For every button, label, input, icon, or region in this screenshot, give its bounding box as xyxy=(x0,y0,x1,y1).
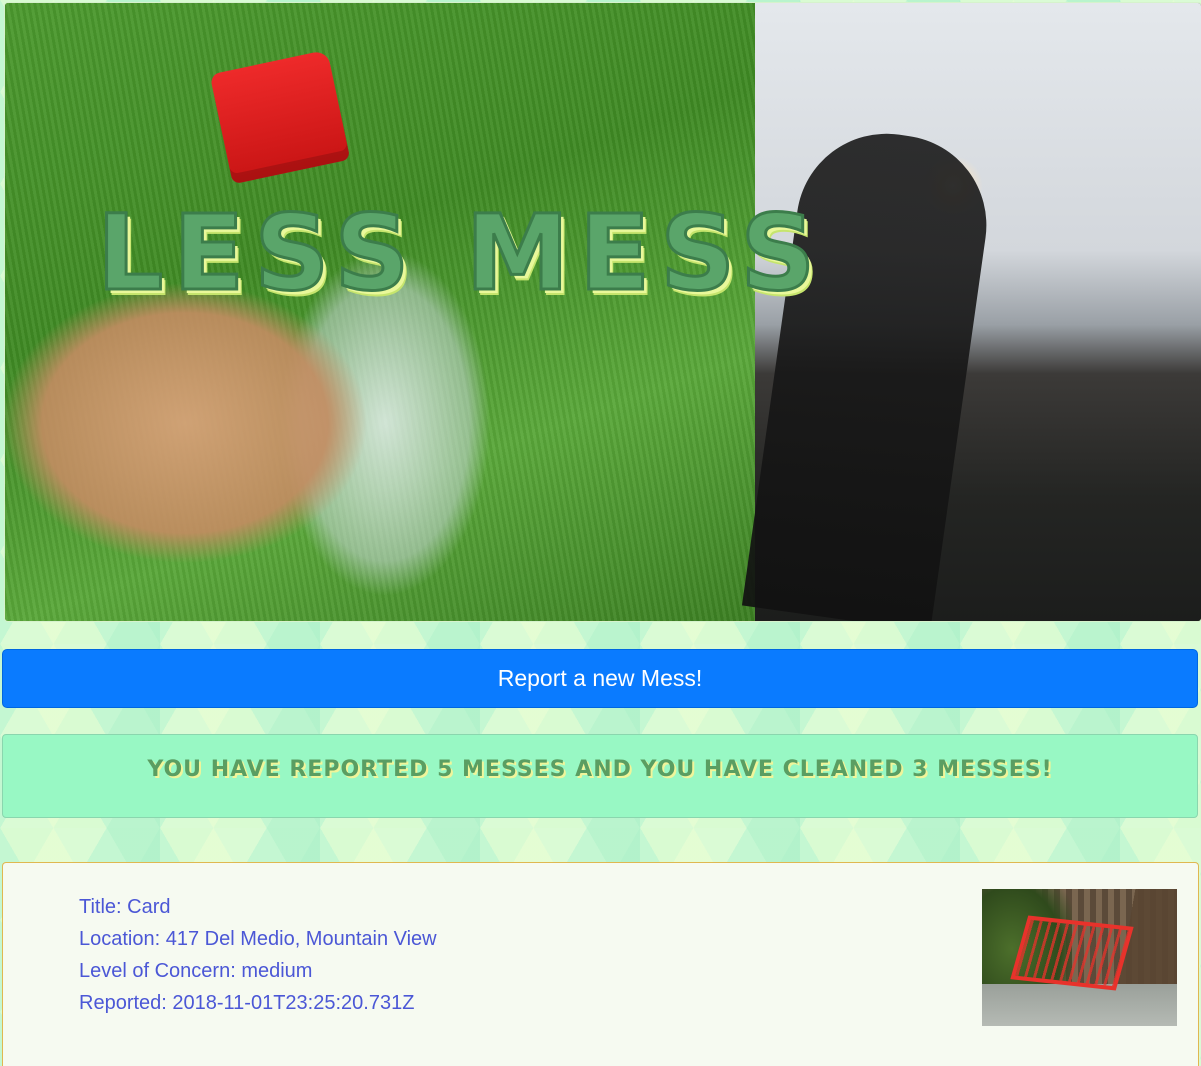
shopping-cart-graphic xyxy=(1010,915,1134,991)
thumb-ground-graphic xyxy=(982,984,1177,1026)
mess-title: Title: Card xyxy=(79,896,171,918)
mess-reported-timestamp: Reported: 2018-11-01T23:25:20.731Z xyxy=(79,992,415,1014)
bottle-cap-graphic xyxy=(209,49,351,185)
mess-details: Title: Card Location: 417 Del Medio, Mou… xyxy=(79,891,437,1019)
mess-photo-thumbnail[interactable] xyxy=(982,889,1177,1026)
mess-location: Location: 417 Del Medio, Mountain View xyxy=(79,928,437,950)
stats-banner: You have reported 5 messes and you have … xyxy=(2,734,1198,818)
mess-concern-level: Level of Concern: medium xyxy=(79,960,313,982)
report-mess-button[interactable]: Report a new Mess! xyxy=(2,649,1198,708)
app-title: Less Mess xyxy=(95,192,826,315)
mess-card[interactable]: Title: Card Location: 417 Del Medio, Mou… xyxy=(2,862,1199,1066)
hero-banner: Less Mess xyxy=(4,2,1201,622)
stats-text: You have reported 5 messes and you have … xyxy=(147,757,1053,782)
